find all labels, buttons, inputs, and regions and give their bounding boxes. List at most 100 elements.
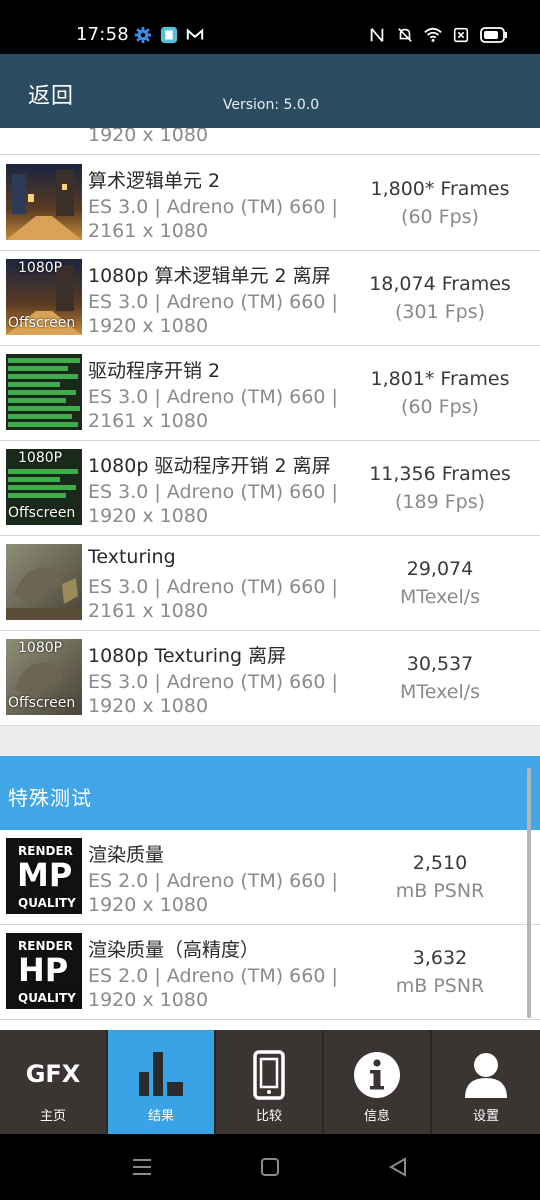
special-tests-header: 特殊测试 [0,756,540,830]
result-title: 驱动程序开销 2 [88,360,221,382]
result-resolution: 2161 x 1080 [88,410,209,432]
section-divider [0,726,540,756]
tab-label: 结果 [147,1109,174,1124]
result-fps: (60 Fps) [401,396,479,418]
app-icon [160,26,178,44]
sim-icon [453,27,469,43]
tab-results[interactable]: 结果 [108,1030,216,1134]
tab-info[interactable]: 信息 [324,1030,432,1134]
result-row[interactable]: 驱动程序开销 2 ES 3.0 | Adreno (TM) 660 | 2161… [0,346,540,441]
result-resolution: 1920 x 1080 [88,505,209,527]
tab-label: 信息 [363,1109,390,1124]
status-bar: 17:58 [0,0,540,54]
result-title: 1080p 驱动程序开销 2 离屏 [88,455,331,477]
result-api: ES 3.0 | Adreno (TM) 660 | [88,386,338,408]
result-resolution: 1920 x 1080 [88,894,209,916]
result-row[interactable]: RENDER MP QUALITY 渲染质量 ES 2.0 | Adreno (… [0,830,540,925]
texturing-offscreen-thumbnail: 1080P Offscreen [6,639,82,715]
mail-icon [186,28,204,40]
result-row-partial[interactable]: 1920 x 1080 [0,128,540,155]
result-row[interactable]: Texturing ES 3.0 | Adreno (TM) 660 | 216… [0,536,540,631]
result-resolution: 1920 x 1080 [88,315,209,337]
version-label: Version: 5.0.0 [222,97,320,113]
result-title: 渲染质量 [88,844,165,866]
thumb-badge-bottom: Offscreen [8,505,76,521]
thumb-badge-bottom: Offscreen [8,695,76,711]
result-row[interactable]: 1080P Offscreen 1080p 驱动程序开销 2 离屏 ES 3.0… [0,441,540,536]
result-fps: (301 Fps) [394,301,486,323]
home-icon[interactable] [259,1156,281,1178]
result-api: ES 3.0 | Adreno (TM) 660 | [88,196,338,218]
result-api: ES 2.0 | Adreno (TM) 660 | [88,965,338,987]
bottom-tab-bar: GFX 主页 结果 比较 信息 设置 [0,1030,540,1134]
result-score: 1,800* Frames [370,178,510,200]
system-navigation-bar [0,1134,540,1200]
result-unit: mB PSNR [395,880,485,902]
tab-label: 设置 [472,1109,499,1124]
menu-icon[interactable] [131,1156,153,1178]
back-icon[interactable] [387,1156,409,1178]
result-fps: (60 Fps) [401,206,479,228]
tab-label: 主页 [39,1109,66,1124]
tab-settings[interactable]: 设置 [432,1030,540,1134]
gear-icon [134,26,152,44]
tab-home[interactable]: GFX 主页 [0,1030,108,1134]
mute-icon [398,28,412,42]
phone-icon [253,1050,285,1100]
result-unit: mB PSNR [395,975,485,997]
thumb-badge-bottom: Offscreen [8,315,76,331]
thumb-badge-mid: MP [17,856,73,894]
texturing-thumbnail [6,544,82,620]
result-score: 18,074 Frames [369,273,511,295]
driver-thumbnail [6,354,82,430]
thumb-badge-mid: HP [18,951,69,989]
result-resolution: 1920 x 1080 [88,128,209,146]
result-score: 30,537 [406,653,474,675]
result-row[interactable]: 算术逻辑单元 2 ES 3.0 | Adreno (TM) 660 | 2161… [0,156,540,251]
render-quality-thumbnail: RENDER MP QUALITY [6,838,82,914]
section-title: 特殊测试 [8,786,92,810]
result-title: 1080p 算术逻辑单元 2 离屏 [88,265,331,287]
scrollbar[interactable] [527,768,531,1018]
driver-offscreen-thumbnail: 1080P Offscreen [6,449,82,525]
thumb-badge-bottom: QUALITY [18,896,76,910]
status-system-icons [368,26,508,44]
result-row[interactable]: RENDER HP QUALITY 渲染质量（高精度） ES 2.0 | Adr… [0,925,540,1020]
info-icon [354,1052,400,1098]
result-score: 1,801* Frames [370,368,510,390]
tab-compare[interactable]: 比较 [216,1030,324,1134]
result-score: 2,510 [412,852,468,874]
result-score: 11,356 Frames [369,463,511,485]
result-api: ES 2.0 | Adreno (TM) 660 | [88,870,338,892]
result-unit: MTexel/s [399,681,481,703]
result-score: 3,632 [412,947,468,969]
result-unit: MTexel/s [399,586,481,608]
bar-chart-icon [139,1052,183,1096]
thumb-badge-top: 1080P [18,450,63,466]
result-api: ES 3.0 | Adreno (TM) 660 | [88,576,338,598]
nfc-icon [370,28,384,42]
thumb-badge-top: 1080P [18,640,63,656]
result-resolution: 1920 x 1080 [88,695,209,717]
result-api: ES 3.0 | Adreno (TM) 660 | [88,291,338,313]
user-icon [465,1053,507,1098]
wifi-icon [424,27,442,42]
result-row[interactable]: 1080P Offscreen 1080p Texturing 离屏 ES 3.… [0,631,540,726]
thumb-badge-top: 1080P [18,260,63,276]
result-score: 29,074 [406,558,474,580]
result-title: Texturing [88,546,176,568]
result-api: ES 3.0 | Adreno (TM) 660 | [88,671,338,693]
results-list[interactable]: 1920 x 1080 算术逻辑单元 2 ES 3.0 | Adreno (TM… [0,128,540,1030]
status-time: 17:58 [76,24,129,45]
alu-offscreen-thumbnail: 1080P Offscreen [6,259,82,335]
result-resolution: 1920 x 1080 [88,989,209,1011]
app-header: 返回 Version: 5.0.0 [0,54,540,128]
result-resolution: 2161 x 1080 [88,600,209,622]
result-row[interactable]: 1080P Offscreen 1080p 算术逻辑单元 2 离屏 ES 3.0… [0,251,540,346]
result-api: ES 3.0 | Adreno (TM) 660 | [88,481,338,503]
result-title: 渲染质量（高精度） [88,939,260,961]
gfx-logo-icon: GFX [25,1060,81,1088]
status-notification-icons [134,26,204,44]
render-quality-hp-thumbnail: RENDER HP QUALITY [6,933,82,1009]
battery-icon [480,27,507,43]
